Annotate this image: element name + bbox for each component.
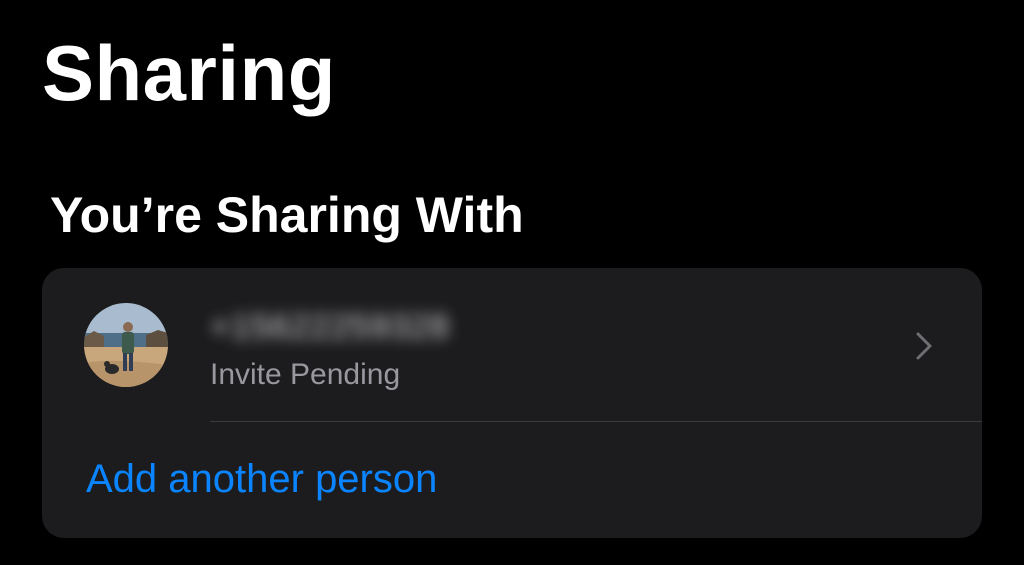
sharing-screen: Sharing You’re Sharing With +15622259328… (0, 0, 1024, 565)
page-title: Sharing (42, 29, 336, 117)
avatar (84, 303, 168, 387)
row-divider (210, 421, 982, 422)
shared-person-name: +15622259328 (210, 308, 450, 346)
chevron-right-icon (912, 330, 936, 362)
section-header: You’re Sharing With (50, 187, 524, 243)
sharing-list-card: +15622259328 Invite Pending Add another … (42, 268, 982, 538)
add-another-person-button[interactable]: Add another person (86, 457, 437, 502)
shared-person-row[interactable]: +15622259328 Invite Pending (42, 268, 982, 421)
invite-status: Invite Pending (210, 358, 401, 391)
